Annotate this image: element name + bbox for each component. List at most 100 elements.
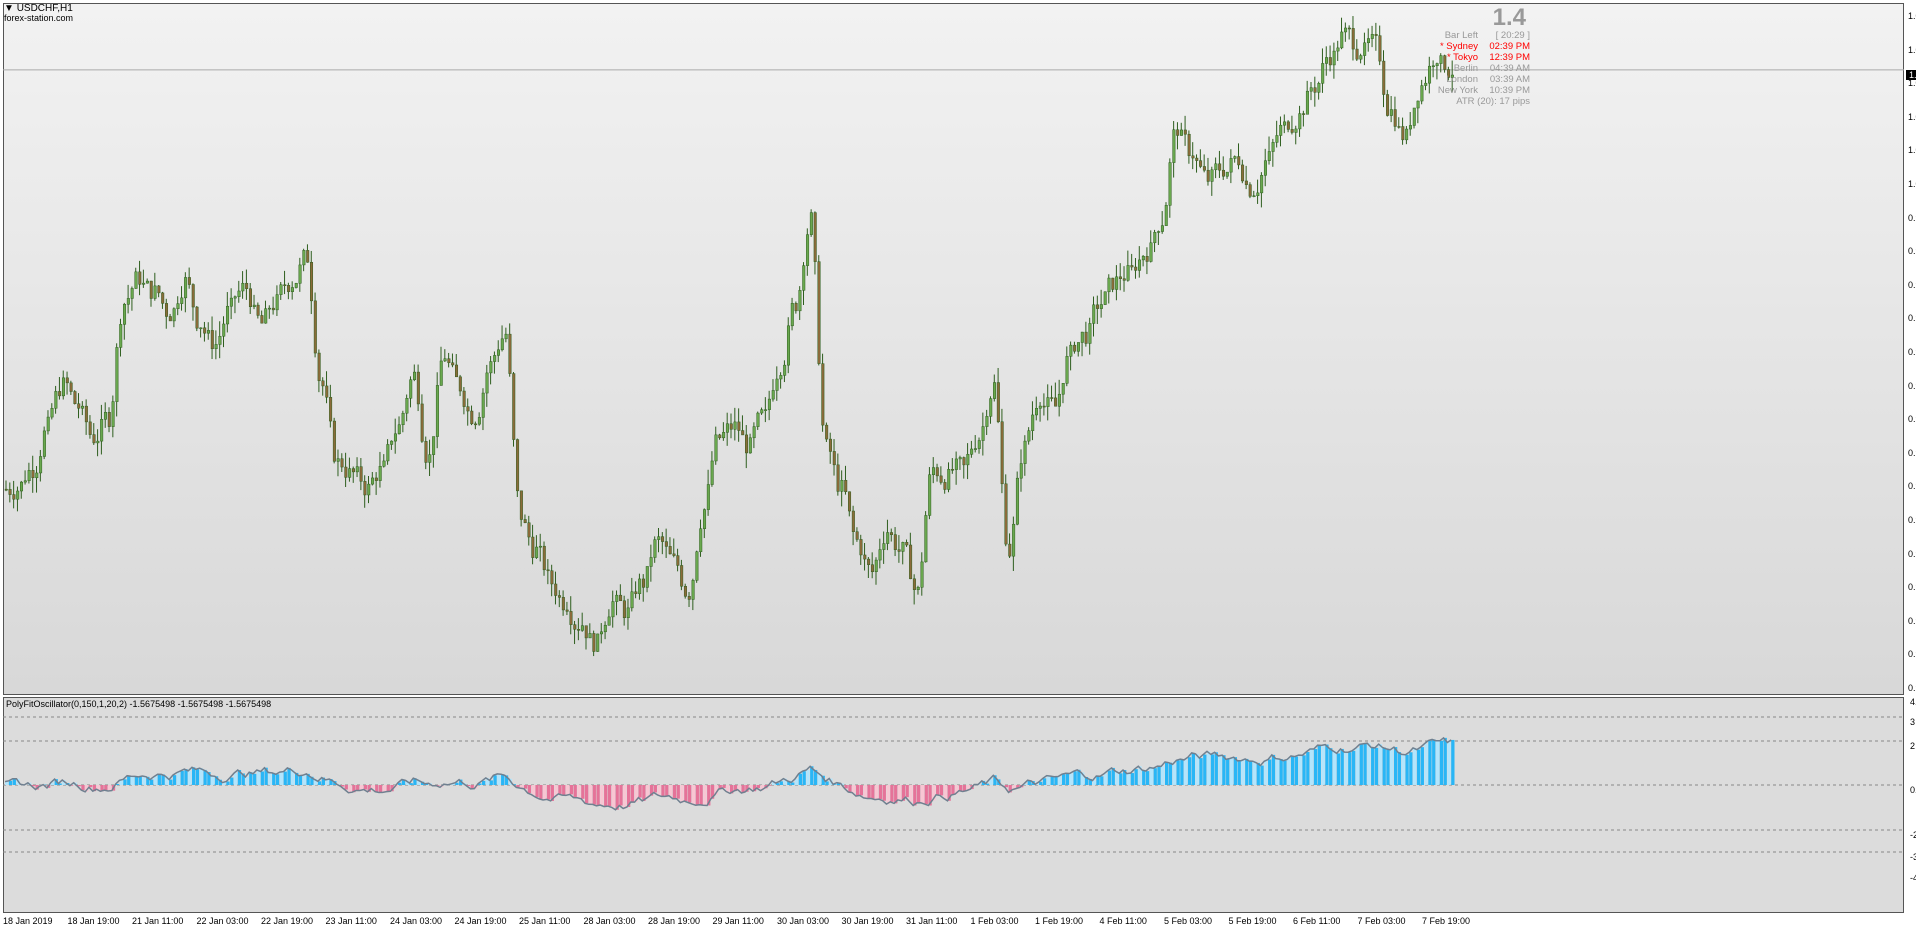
candle-body — [176, 303, 180, 309]
candle-body — [237, 290, 241, 297]
osc-bar — [130, 776, 135, 785]
osc-bar — [283, 771, 287, 785]
session-value: 02:39 PM — [1489, 41, 1530, 52]
osc-bar — [653, 785, 657, 793]
candle-body — [951, 469, 955, 471]
osc-bar — [546, 785, 551, 800]
candle-body — [210, 330, 214, 350]
candle-body — [886, 532, 890, 544]
osc-bar — [1092, 780, 1096, 785]
candle-body — [81, 405, 85, 409]
osc-bar — [481, 780, 486, 785]
price-axis[interactable]: 1.003251.002601.001951.001301.000651.000… — [1906, 3, 1916, 695]
candle-body — [142, 282, 146, 285]
osc-bar — [1275, 758, 1279, 785]
osc-bar — [1054, 776, 1058, 785]
candle-body — [340, 458, 344, 468]
candle-body — [1302, 113, 1306, 115]
osc-bar — [779, 781, 783, 785]
osc-bar — [806, 769, 810, 785]
candle-body — [600, 631, 604, 635]
candle-body — [1035, 408, 1039, 416]
candle-body — [1321, 63, 1325, 84]
candle-body — [1183, 129, 1187, 135]
time-axis[interactable]: 18 Jan 2019 18 Jan 19:00 21 Jan 11:00 22 Ja… — [0, 916, 1916, 932]
candle-body — [1290, 129, 1294, 133]
oscillator-axis[interactable]: 4.1 3 2 0.00 -2 -3 -4.1 — [1906, 697, 1916, 913]
osc-bar — [619, 785, 623, 806]
candle-body — [1099, 304, 1103, 309]
osc-bar — [565, 785, 570, 796]
candle-body — [737, 421, 741, 431]
candle-body — [405, 398, 409, 414]
osc-bar — [325, 779, 329, 785]
candle-body — [870, 564, 874, 573]
time-tick: 23 Jan 11:00 — [325, 916, 377, 926]
candle-body — [592, 633, 596, 652]
candle-body — [245, 282, 249, 289]
session-value: [ 20:29 ] — [1495, 30, 1530, 41]
candle-body — [1294, 128, 1298, 133]
candle-body — [821, 363, 825, 426]
osc-bar — [855, 785, 860, 797]
osc-bar — [1355, 748, 1360, 785]
candle-body — [1424, 82, 1428, 86]
candle-body — [92, 434, 96, 444]
osc-bar — [527, 785, 532, 794]
osc-bar — [1195, 753, 1199, 785]
candle-body — [1256, 192, 1260, 196]
candle-body — [1378, 35, 1382, 62]
candle-body — [180, 297, 184, 304]
candle-body — [1393, 109, 1397, 127]
session-value: 12:39 PM — [1489, 52, 1530, 63]
candle-body — [504, 333, 508, 340]
time-tick: 29 Jan 11:00 — [712, 916, 764, 926]
candle-body — [206, 330, 210, 334]
candle-body — [863, 554, 867, 560]
osc-bar — [1405, 754, 1409, 785]
osc-bar — [1439, 740, 1444, 785]
time-tick: 24 Jan 03:00 — [390, 916, 443, 926]
candle-body — [1031, 414, 1035, 431]
osc-bar — [1222, 755, 1226, 785]
osc-bar — [592, 785, 596, 805]
candle-body — [1096, 304, 1100, 309]
candle-body — [1160, 225, 1164, 232]
osc-bar — [1149, 767, 1154, 785]
candle-body — [569, 611, 573, 625]
candle-body — [1374, 34, 1378, 36]
candle-body — [1000, 421, 1004, 485]
candle-body — [329, 397, 333, 422]
osc-bar — [268, 772, 272, 785]
candle-body — [20, 481, 24, 492]
candle-body — [1180, 129, 1184, 136]
candle-body — [390, 440, 394, 445]
candle-body — [435, 385, 439, 437]
time-tick: 5 Feb 03:00 — [1164, 916, 1213, 926]
candle-body — [710, 460, 714, 485]
candle-body — [470, 410, 474, 425]
candle-body — [88, 421, 92, 435]
osc-bar — [489, 780, 493, 785]
candle-body — [588, 633, 592, 639]
osc-bar — [378, 785, 383, 793]
candle-body — [1046, 397, 1050, 407]
osc-bar — [1271, 754, 1276, 785]
candle-body — [867, 558, 871, 565]
osc-bar — [882, 785, 886, 801]
osc-bar — [573, 785, 577, 798]
candle-body — [474, 423, 478, 426]
time-tick: 7 Feb 03:00 — [1357, 916, 1406, 926]
candle-body — [729, 423, 733, 430]
candle-body — [848, 491, 852, 512]
osc-bar — [1206, 751, 1211, 785]
candle-body — [413, 371, 417, 380]
osc-bar — [169, 779, 173, 785]
candle-body — [1428, 65, 1432, 84]
candle-body — [1187, 133, 1191, 157]
osc-bar — [1435, 740, 1440, 785]
osc-bar — [1371, 747, 1375, 785]
candle-body — [844, 480, 848, 492]
osc-bar — [1165, 761, 1169, 785]
candle-body — [893, 534, 897, 550]
